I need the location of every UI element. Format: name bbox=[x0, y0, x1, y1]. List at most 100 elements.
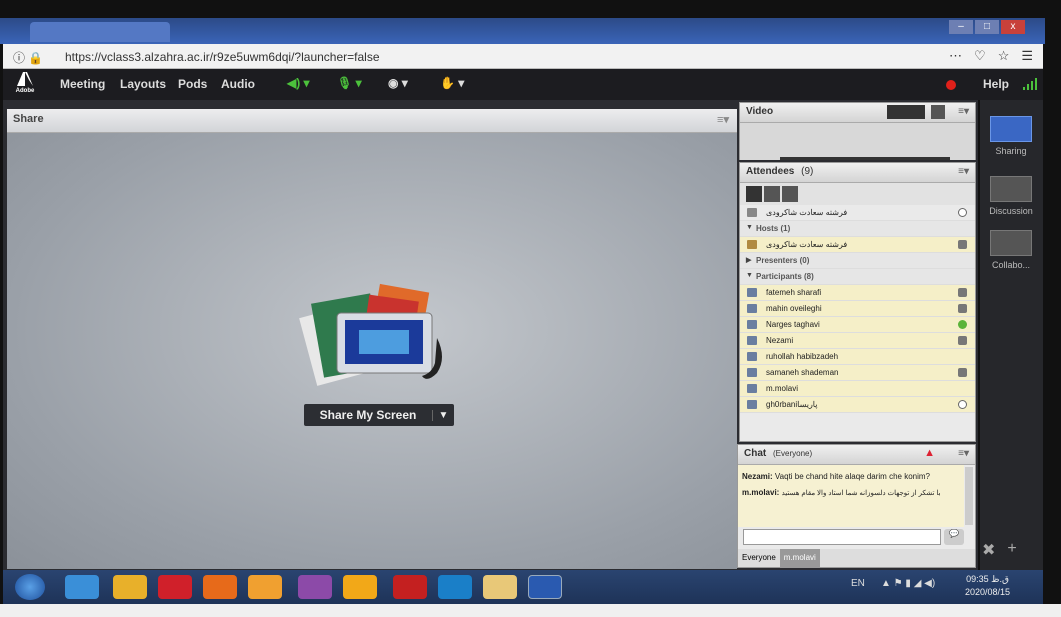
menu-layouts[interactable]: Layouts bbox=[120, 77, 166, 91]
pod-options-icon[interactable]: ≡▾ bbox=[717, 113, 729, 126]
edge-icon[interactable] bbox=[438, 575, 472, 599]
opera-icon[interactable] bbox=[158, 575, 192, 599]
layout-discussion[interactable]: Discussion bbox=[988, 176, 1034, 216]
menu-pods[interactable]: Pods bbox=[178, 77, 207, 91]
menu-meeting[interactable]: Meeting bbox=[60, 77, 105, 91]
send-chat-button[interactable]: 💬 bbox=[944, 529, 964, 545]
chrome-icon[interactable] bbox=[113, 575, 147, 599]
participant-row[interactable]: m.molavi bbox=[740, 381, 975, 397]
user-icon bbox=[747, 320, 757, 329]
layout-sharing[interactable]: Sharing bbox=[988, 116, 1034, 156]
chat-tab-private[interactable]: m.molavi bbox=[779, 549, 820, 567]
layout-label: Collabo... bbox=[991, 260, 1031, 270]
user-icon bbox=[747, 368, 757, 377]
start-button[interactable] bbox=[15, 574, 45, 600]
user-icon bbox=[747, 336, 757, 345]
fullscreen-icon[interactable] bbox=[931, 105, 945, 119]
chat-messages: Nezami: Vaqti be chand hite alaqe darim … bbox=[738, 465, 964, 527]
menu-audio[interactable]: Audio bbox=[221, 77, 255, 91]
app-icon[interactable] bbox=[343, 575, 377, 599]
add-layout-icon[interactable]: + bbox=[1007, 540, 1016, 560]
expand-arrow-icon[interactable]: ▶ bbox=[746, 256, 751, 264]
url-text[interactable]: https://vclass3.alzahra.ac.ir/r9ze5uwm6d… bbox=[65, 50, 380, 64]
share-pod: Share ≡▾ bbox=[7, 109, 737, 569]
list-view-icon[interactable] bbox=[746, 186, 762, 202]
expand-arrow-icon[interactable]: ▼ bbox=[746, 224, 753, 231]
pocket-icon[interactable]: ♡ bbox=[974, 48, 986, 64]
pod-options-icon[interactable]: ≡▾ bbox=[958, 448, 969, 459]
sort-icon[interactable] bbox=[782, 186, 798, 202]
minimize-button[interactable]: – bbox=[949, 20, 973, 34]
chevron-down-icon[interactable]: ▼ bbox=[432, 409, 454, 421]
self-status-row[interactable]: فرشته سعادت شاکرودی bbox=[740, 205, 975, 221]
chat-scrollbar[interactable] bbox=[965, 467, 973, 525]
ie-icon[interactable] bbox=[65, 575, 99, 599]
host-user-icon bbox=[747, 240, 757, 249]
expand-arrow-icon[interactable]: ▼ bbox=[746, 272, 753, 279]
host-name: فرشته سعادت شاکرودی bbox=[766, 240, 848, 249]
word-icon[interactable] bbox=[528, 575, 562, 599]
participant-row[interactable]: Nezami bbox=[740, 333, 975, 349]
tools-icon[interactable]: ✖ bbox=[982, 540, 995, 560]
grid-view-icon[interactable] bbox=[764, 186, 780, 202]
hosts-group[interactable]: ▼ Hosts (1) bbox=[740, 221, 975, 237]
host-row[interactable]: فرشته سعادت شاکرودی bbox=[740, 237, 975, 253]
share-my-screen-button[interactable]: Share My Screen ▼ bbox=[304, 404, 454, 426]
presenters-group[interactable]: ▶ Presenters (0) bbox=[740, 253, 975, 269]
adobe-logo: Adobe bbox=[15, 72, 35, 94]
participants-group[interactable]: ▼ Participants (8) bbox=[740, 269, 975, 285]
media-player-icon[interactable] bbox=[248, 575, 282, 599]
share-pod-body bbox=[7, 133, 737, 569]
star-icon[interactable]: ☆ bbox=[998, 48, 1010, 64]
participant-name: fatemeh sharafi bbox=[766, 288, 822, 297]
webcam-icon[interactable]: ◉ ▾ bbox=[388, 76, 408, 90]
hamburger-icon[interactable]: ☰ bbox=[1021, 48, 1033, 64]
pod-options-icon[interactable]: ≡▾ bbox=[958, 166, 969, 177]
browser-tab[interactable] bbox=[30, 22, 170, 42]
layout-thumbnail bbox=[990, 230, 1032, 256]
close-button[interactable]: x bbox=[1001, 20, 1025, 34]
more-icon[interactable]: ⋯ bbox=[949, 48, 962, 64]
user-icon bbox=[747, 384, 757, 393]
user-icon bbox=[747, 304, 757, 313]
speaker-icon[interactable]: ◀) ▾ bbox=[287, 76, 310, 90]
maximize-button[interactable]: □ bbox=[975, 20, 999, 34]
browser-tools: ⋯ ♡ ☆ ☰ bbox=[949, 48, 1033, 64]
participant-row[interactable]: ruhollah habibzadeh bbox=[740, 349, 975, 365]
explorer-icon[interactable] bbox=[483, 575, 517, 599]
taskbar-clock[interactable]: 09:35 ق.ظ 2020/08/15 bbox=[965, 573, 1010, 599]
video-pod-title: Video bbox=[746, 106, 774, 117]
share-my-screen-label[interactable]: Share My Screen bbox=[304, 408, 432, 422]
pod-options-icon[interactable]: ≡▾ bbox=[958, 106, 969, 117]
warning-icon[interactable]: ▲ bbox=[924, 447, 935, 459]
video-layout-icon[interactable] bbox=[887, 105, 925, 119]
participant-name: gh0rbaniپاریسا bbox=[766, 400, 818, 409]
connect-menu-bar: Adobe Meeting Layouts Pods Audio ◀) ▾ 🎙 … bbox=[3, 69, 1043, 100]
chat-tab-everyone[interactable]: Everyone bbox=[738, 549, 780, 567]
chat-input[interactable] bbox=[743, 529, 941, 545]
participant-row[interactable]: samaneh shademan bbox=[740, 365, 975, 381]
layouts-bar: Sharing Discussion Collabo... bbox=[980, 100, 1043, 570]
chat-text: با تشکر از توجهات دلسوزانه شما استاد وال… bbox=[781, 490, 941, 497]
participant-row[interactable]: mahin oveileghi bbox=[740, 301, 975, 317]
participant-row[interactable]: fatemeh sharafi bbox=[740, 285, 975, 301]
acrobat-icon[interactable] bbox=[393, 575, 427, 599]
menu-help[interactable]: Help bbox=[983, 77, 1009, 91]
record-indicator-icon[interactable] bbox=[946, 80, 956, 90]
firefox-icon[interactable] bbox=[203, 575, 237, 599]
participant-row[interactable]: gh0rbaniپاریسا bbox=[740, 397, 975, 413]
tray-icons[interactable]: ▲ ⚑ ▮ ◢ ◀) bbox=[881, 578, 935, 589]
app-icon[interactable] bbox=[298, 575, 332, 599]
address-bar[interactable]: ⓘ 🔒 https://vclass3.alzahra.ac.ir/r9ze5u… bbox=[3, 44, 1043, 69]
chat-message: Nezami: Vaqti be chand hite alaqe darim … bbox=[742, 469, 960, 485]
participant-name: m.molavi bbox=[766, 384, 799, 393]
status-icon[interactable] bbox=[958, 208, 967, 217]
language-indicator[interactable]: EN bbox=[851, 578, 865, 589]
user-icon bbox=[747, 352, 757, 361]
participant-name: ruhollah habibzadeh bbox=[766, 352, 839, 361]
microphone-icon[interactable]: 🎙 ▾ bbox=[337, 76, 362, 90]
layout-collaboration[interactable]: Collabo... bbox=[988, 230, 1034, 270]
site-info-icon[interactable]: ⓘ 🔒 bbox=[13, 49, 43, 66]
participant-row[interactable]: Narges taghavi bbox=[740, 317, 975, 333]
raise-hand-icon[interactable]: ✋ ▾ bbox=[440, 76, 464, 90]
